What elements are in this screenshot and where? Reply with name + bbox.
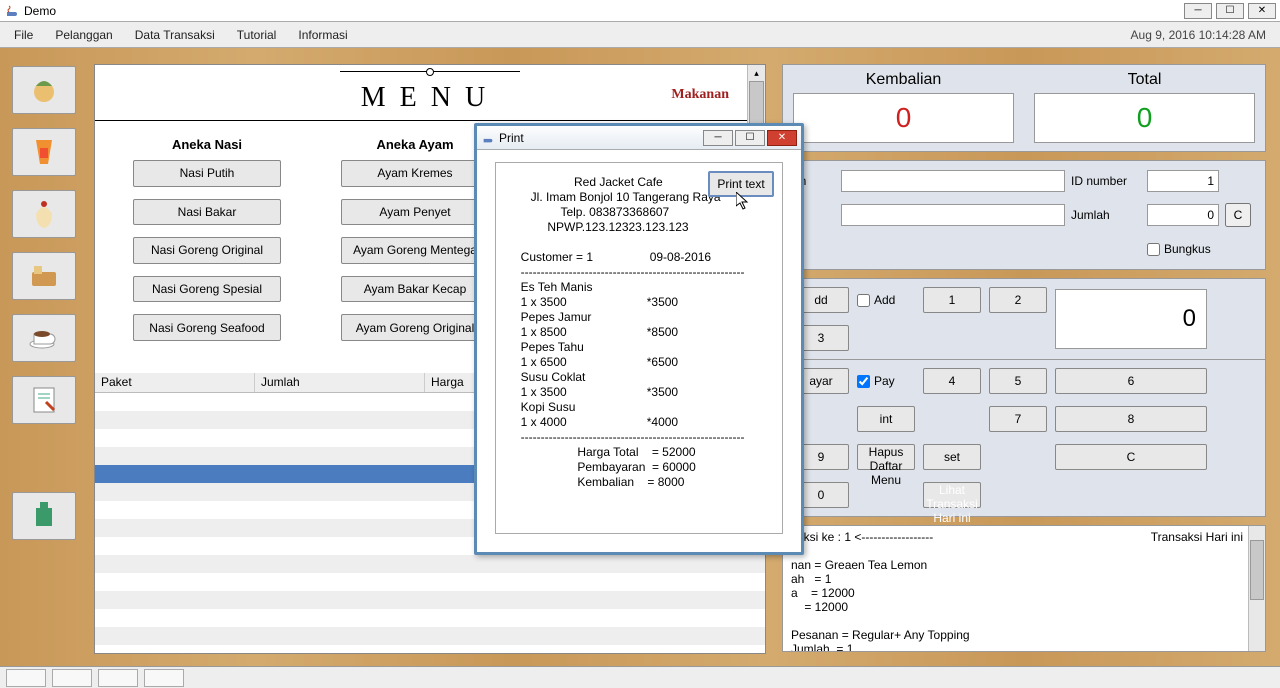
taskbar-item[interactable]: [144, 669, 184, 687]
taskbar: [0, 666, 1280, 688]
minimize-button[interactable]: ─: [1184, 3, 1212, 19]
item-nasi-bakar[interactable]: Nasi Bakar: [133, 199, 281, 226]
item-ayam-bakar-kecap[interactable]: Ayam Bakar Kecap: [341, 276, 489, 303]
window-titlebar: Demo ─ ☐ ✕: [0, 0, 1280, 22]
pay-checkbox[interactable]: [857, 375, 870, 388]
key-2[interactable]: 2: [989, 287, 1047, 313]
id-input[interactable]: [1147, 170, 1219, 192]
key-1[interactable]: 1: [923, 287, 981, 313]
window-title: Demo: [24, 4, 56, 18]
col-header-ayam: Aneka Ayam: [376, 137, 453, 152]
menu-title: MENU: [361, 82, 499, 120]
taskbar-item[interactable]: [52, 669, 92, 687]
timestamp: Aug 9, 2016 10:14:28 AM: [1131, 28, 1266, 42]
menu-tutorial[interactable]: Tutorial: [237, 28, 277, 42]
add-checkbox[interactable]: [857, 294, 870, 307]
taskbar-item[interactable]: [6, 669, 46, 687]
dialog-title: Print: [499, 131, 524, 145]
th-jumlah[interactable]: Jumlah: [255, 373, 425, 392]
key-7[interactable]: 7: [989, 406, 1047, 432]
dialog-titlebar[interactable]: Print ─ ☐ ✕: [477, 126, 801, 150]
keypad-panel: dd Add 1 2 3 0: [782, 278, 1266, 360]
maximize-button[interactable]: ☐: [1216, 3, 1244, 19]
id-label: ID number: [1071, 174, 1141, 188]
th-paket[interactable]: Paket: [95, 373, 255, 392]
log-panel: Transaksi Hari ini saksi ke : 1 <-------…: [782, 525, 1266, 652]
item-ayam-kremes[interactable]: Ayam Kremes: [341, 160, 489, 187]
menu-category: Makanan: [671, 87, 729, 103]
print-text-button[interactable]: Print text: [708, 171, 774, 197]
lihat-button[interactable]: Lihat Transaksi Hari ini: [923, 482, 981, 508]
kembalian-label: Kembalian: [866, 71, 942, 89]
java-icon: [4, 3, 20, 19]
values-panel: Kembalian 0 Total 0: [782, 64, 1266, 152]
bungkus-label: Bungkus: [1164, 242, 1211, 256]
key-4[interactable]: 4: [923, 368, 981, 394]
key-6[interactable]: 6: [1055, 368, 1207, 394]
desc-input[interactable]: [841, 204, 1065, 226]
bungkus-checkbox[interactable]: [1147, 243, 1160, 256]
log-scrollbar[interactable]: [1248, 526, 1265, 651]
jumlah-input[interactable]: [1147, 204, 1219, 226]
key-8[interactable]: 8: [1055, 406, 1207, 432]
sidebar-snack-button[interactable]: [12, 252, 76, 300]
item-ayam-goreng-original[interactable]: Ayam Goreng Original: [341, 314, 489, 341]
print-button[interactable]: int: [857, 406, 915, 432]
receipt-area: Print text Red Jacket Cafe Jl. Imam Bonj…: [495, 162, 783, 534]
amount-display: 0: [1055, 289, 1207, 349]
item-nasi-goreng-spesial[interactable]: Nasi Goreng Spesial: [133, 276, 281, 303]
jumlah-label: Jumlah: [1071, 208, 1141, 222]
log-text[interactable]: saksi ke : 1 <------------------ nan = G…: [783, 526, 1265, 652]
sidebar-order-button[interactable]: [12, 376, 76, 424]
clear-jumlah-button[interactable]: C: [1225, 203, 1251, 227]
item-nasi-goreng-original[interactable]: Nasi Goreng Original: [133, 237, 281, 264]
reset-button[interactable]: set: [923, 444, 981, 470]
form-panel: an ID number Jumlah C Bungkus: [782, 160, 1266, 270]
java-icon: [481, 131, 495, 145]
menu-data-transaksi[interactable]: Data Transaksi: [135, 28, 215, 42]
pesanan-input[interactable]: [841, 170, 1065, 192]
col-header-nasi: Aneka Nasi: [172, 137, 242, 152]
item-nasi-putih[interactable]: Nasi Putih: [133, 160, 281, 187]
item-nasi-goreng-seafood[interactable]: Nasi Goreng Seafood: [133, 314, 281, 341]
menubar: File Pelanggan Data Transaksi Tutorial I…: [0, 22, 1280, 48]
sidebar: [12, 66, 80, 540]
sidebar-food-button[interactable]: [12, 66, 76, 114]
dialog-minimize-button[interactable]: ─: [703, 130, 733, 146]
item-ayam-penyet[interactable]: Ayam Penyet: [341, 199, 489, 226]
hapus-button[interactable]: Hapus Daftar Menu: [857, 444, 915, 470]
print-dialog: Print ─ ☐ ✕ Print text Red Jacket Cafe J…: [474, 123, 804, 555]
item-ayam-goreng-mentega[interactable]: Ayam Goreng Mentega: [341, 237, 489, 264]
menu-file[interactable]: File: [14, 28, 33, 42]
dialog-close-button[interactable]: ✕: [767, 130, 797, 146]
taskbar-item[interactable]: [98, 669, 138, 687]
keypad-panel-2: ayar Pay 4 5 6 int 7 8 9 Hapus Daftar Me…: [782, 360, 1266, 517]
key-5[interactable]: 5: [989, 368, 1047, 394]
sidebar-coffee-button[interactable]: [12, 314, 76, 362]
total-value: 0: [1034, 93, 1255, 143]
menu-pelanggan[interactable]: Pelanggan: [55, 28, 112, 42]
close-button[interactable]: ✕: [1248, 3, 1276, 19]
dialog-maximize-button[interactable]: ☐: [735, 130, 765, 146]
kembalian-value: 0: [793, 93, 1014, 143]
total-label: Total: [1128, 71, 1162, 89]
log-today-label: Transaksi Hari ini: [1151, 530, 1243, 544]
key-c[interactable]: C: [1055, 444, 1207, 470]
receipt-text: Red Jacket Cafe Jl. Imam Bonjol 10 Tange…: [514, 175, 764, 490]
sidebar-drink-button[interactable]: [12, 128, 76, 176]
menu-informasi[interactable]: Informasi: [298, 28, 347, 42]
sidebar-dessert-button[interactable]: [12, 190, 76, 238]
sidebar-exit-button[interactable]: [12, 492, 76, 540]
